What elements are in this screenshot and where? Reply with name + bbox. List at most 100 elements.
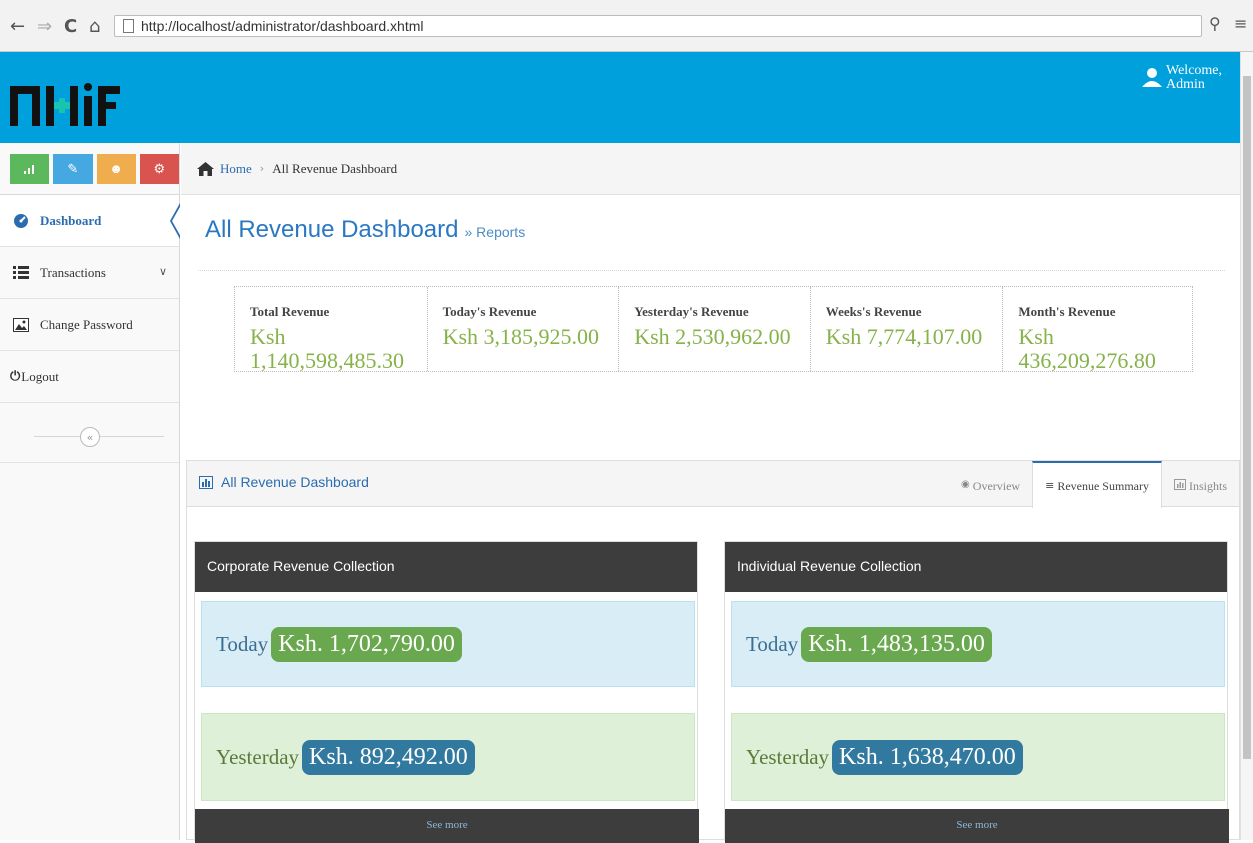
cogs-icon: ⚙ [153, 161, 166, 176]
welcome-user[interactable]: Welcome, Admin [1141, 64, 1226, 92]
tab-revenue-summary[interactable]: ≡ Revenue Summary [1032, 461, 1162, 508]
users-icon: ☻ [109, 161, 123, 176]
panel-title: Individual Revenue Collection [725, 542, 1227, 592]
address-bar[interactable]: http://localhost/administrator/dashboard… [114, 15, 1202, 37]
breadcrumb-current: All Revenue Dashboard [272, 160, 398, 176]
sidebar: ✎ ☻ ⚙ Dashboard Transactions ∨ Change Pa… [0, 143, 181, 840]
sidebar-item-label: Logout [21, 368, 59, 384]
today-row: Today Ksh. 1,702,790.00 [201, 601, 695, 687]
today-row: Today Ksh. 1,483,135.00 [731, 601, 1225, 687]
stat-value: Ksh 436,209,276.80 [1018, 324, 1156, 373]
stat-value: Ksh 7,774,107.00 [825, 324, 983, 349]
bar-chart-icon [23, 165, 34, 174]
stat-label: Today's Revenue [442, 304, 537, 319]
users-shortcut-button[interactable]: ☻ [96, 154, 136, 184]
tab-overview[interactable]: ◉ Overview [949, 461, 1032, 507]
tab-label: Overview [972, 479, 1021, 493]
stat-label: Total Revenue [250, 304, 330, 319]
picture-icon [12, 317, 30, 333]
tab-insights[interactable]: Insights [1162, 461, 1239, 507]
page-icon [123, 19, 134, 33]
widget-header: All Revenue Dashboard ◉ Overview ≡ Reven… [187, 461, 1239, 508]
title-divider [198, 270, 1225, 271]
today-amount-badge: Ksh. 1,702,790.00 [271, 626, 462, 662]
stat-label: Month's Revenue [1018, 304, 1116, 319]
list-icon [12, 265, 30, 281]
see-more-link[interactable]: See more [195, 809, 699, 843]
url-text: http://localhost/administrator/dashboard… [141, 18, 424, 34]
sidebar-item-label: Dashboard [40, 212, 102, 228]
widget-title: All Revenue Dashboard [199, 474, 369, 490]
back-arrow-icon[interactable]: ← [10, 16, 25, 37]
settings-shortcut-button[interactable]: ⚙ [139, 154, 179, 184]
sidebar-item-transactions[interactable]: Transactions ∨ [0, 247, 179, 299]
revenue-widget: All Revenue Dashboard ◉ Overview ≡ Reven… [186, 460, 1240, 843]
widget-title-text: All Revenue Dashboard [221, 474, 369, 490]
stat-yesterday-revenue: Yesterday's Revenue Ksh 2,530,962.00 [619, 287, 811, 371]
scrollbar-thumb[interactable] [1243, 76, 1251, 759]
breadcrumb-separator-icon: › [259, 162, 265, 175]
page-scrollbar[interactable] [1240, 52, 1253, 840]
yesterday-label: Yesterday [746, 744, 830, 769]
active-indicator [170, 203, 181, 239]
sidebar-item-label: Change Password [40, 316, 133, 332]
yesterday-amount-badge: Ksh. 892,492.00 [302, 739, 475, 775]
stats-shortcut-button[interactable] [10, 154, 50, 184]
bars-icon: ≡ [1045, 479, 1055, 492]
sidebar-collapse-row: « [0, 403, 179, 463]
pencil-icon: ✎ [67, 161, 79, 176]
home-icon[interactable]: ⌂ [89, 16, 100, 37]
panel-title: Corporate Revenue Collection [195, 542, 697, 592]
stat-label: Yesterday's Revenue [634, 304, 749, 319]
power-icon: ⏻ [10, 369, 21, 384]
yesterday-label: Yesterday [216, 744, 300, 769]
today-amount-badge: Ksh. 1,483,135.00 [801, 626, 992, 662]
sidebar-item-change-password[interactable]: Change Password [0, 299, 179, 351]
breadcrumb: Home › All Revenue Dashboard [181, 143, 1240, 195]
sidebar-item-logout[interactable]: ⏻ Logout [0, 351, 179, 403]
stat-value: Ksh 1,140,598,485.30 [250, 324, 404, 373]
sidebar-item-dashboard[interactable]: Dashboard [0, 195, 181, 247]
chart-icon [1173, 479, 1186, 490]
shortcut-buttons: ✎ ☻ ⚙ [0, 143, 179, 195]
sidebar-item-label: Transactions [40, 264, 106, 280]
forward-arrow-icon[interactable]: ⇒ [37, 16, 52, 37]
username: Admin [1166, 77, 1205, 92]
dashboard-icon [12, 213, 30, 229]
user-icon [1142, 68, 1162, 87]
stat-week-revenue: Weeks's Revenue Ksh 7,774,107.00 [811, 287, 1004, 371]
stat-value: Ksh 2,530,962.00 [634, 324, 791, 349]
yesterday-amount-badge: Ksh. 1,638,470.00 [832, 739, 1023, 775]
nhif-logo[interactable] [8, 72, 138, 132]
yesterday-row: Yesterday Ksh. 1,638,470.00 [731, 713, 1225, 801]
today-label: Today [216, 631, 269, 656]
individual-revenue-panel: Individual Revenue Collection Today Ksh.… [724, 541, 1229, 843]
revenue-stats: Total Revenue Ksh 1,140,598,485.30 Today… [234, 286, 1193, 373]
reload-icon[interactable]: C [64, 16, 77, 37]
page-title-text: All Revenue Dashboard [205, 216, 459, 243]
widget-tabs: ◉ Overview ≡ Revenue Summary Insights [949, 461, 1239, 508]
home-icon [197, 161, 214, 176]
stat-label: Weeks's Revenue [825, 304, 922, 319]
today-label: Today [746, 631, 799, 656]
bar-chart-icon [199, 475, 213, 489]
page-subtitle: » Reports [464, 224, 526, 240]
stat-value: Ksh 3,185,925.00 [442, 324, 600, 349]
eye-icon: ◉ [961, 479, 970, 490]
see-more-link[interactable]: See more [725, 809, 1229, 843]
chevron-down-icon: ∨ [158, 265, 167, 278]
stat-total-revenue: Total Revenue Ksh 1,140,598,485.30 [235, 287, 428, 373]
app-header: Welcome, Admin [0, 52, 1240, 143]
tab-label: Insights [1188, 479, 1227, 493]
edit-shortcut-button[interactable]: ✎ [53, 154, 93, 184]
collapse-sidebar-button[interactable]: « [80, 427, 100, 447]
extension-icon[interactable]: ⚲ [1209, 14, 1221, 33]
tab-label: Revenue Summary [1057, 479, 1149, 493]
browser-toolbar: ← ⇒ C ⌂ http://localhost/administrator/d… [0, 0, 1253, 52]
corporate-revenue-panel: Corporate Revenue Collection Today Ksh. … [194, 541, 699, 843]
menu-icon[interactable]: ≡ [1234, 14, 1247, 33]
yesterday-row: Yesterday Ksh. 892,492.00 [201, 713, 695, 801]
stat-today-revenue: Today's Revenue Ksh 3,185,925.00 [428, 287, 620, 371]
page-title: All Revenue Dashboard » Reports [205, 216, 525, 244]
breadcrumb-home-link[interactable]: Home [220, 161, 252, 177]
